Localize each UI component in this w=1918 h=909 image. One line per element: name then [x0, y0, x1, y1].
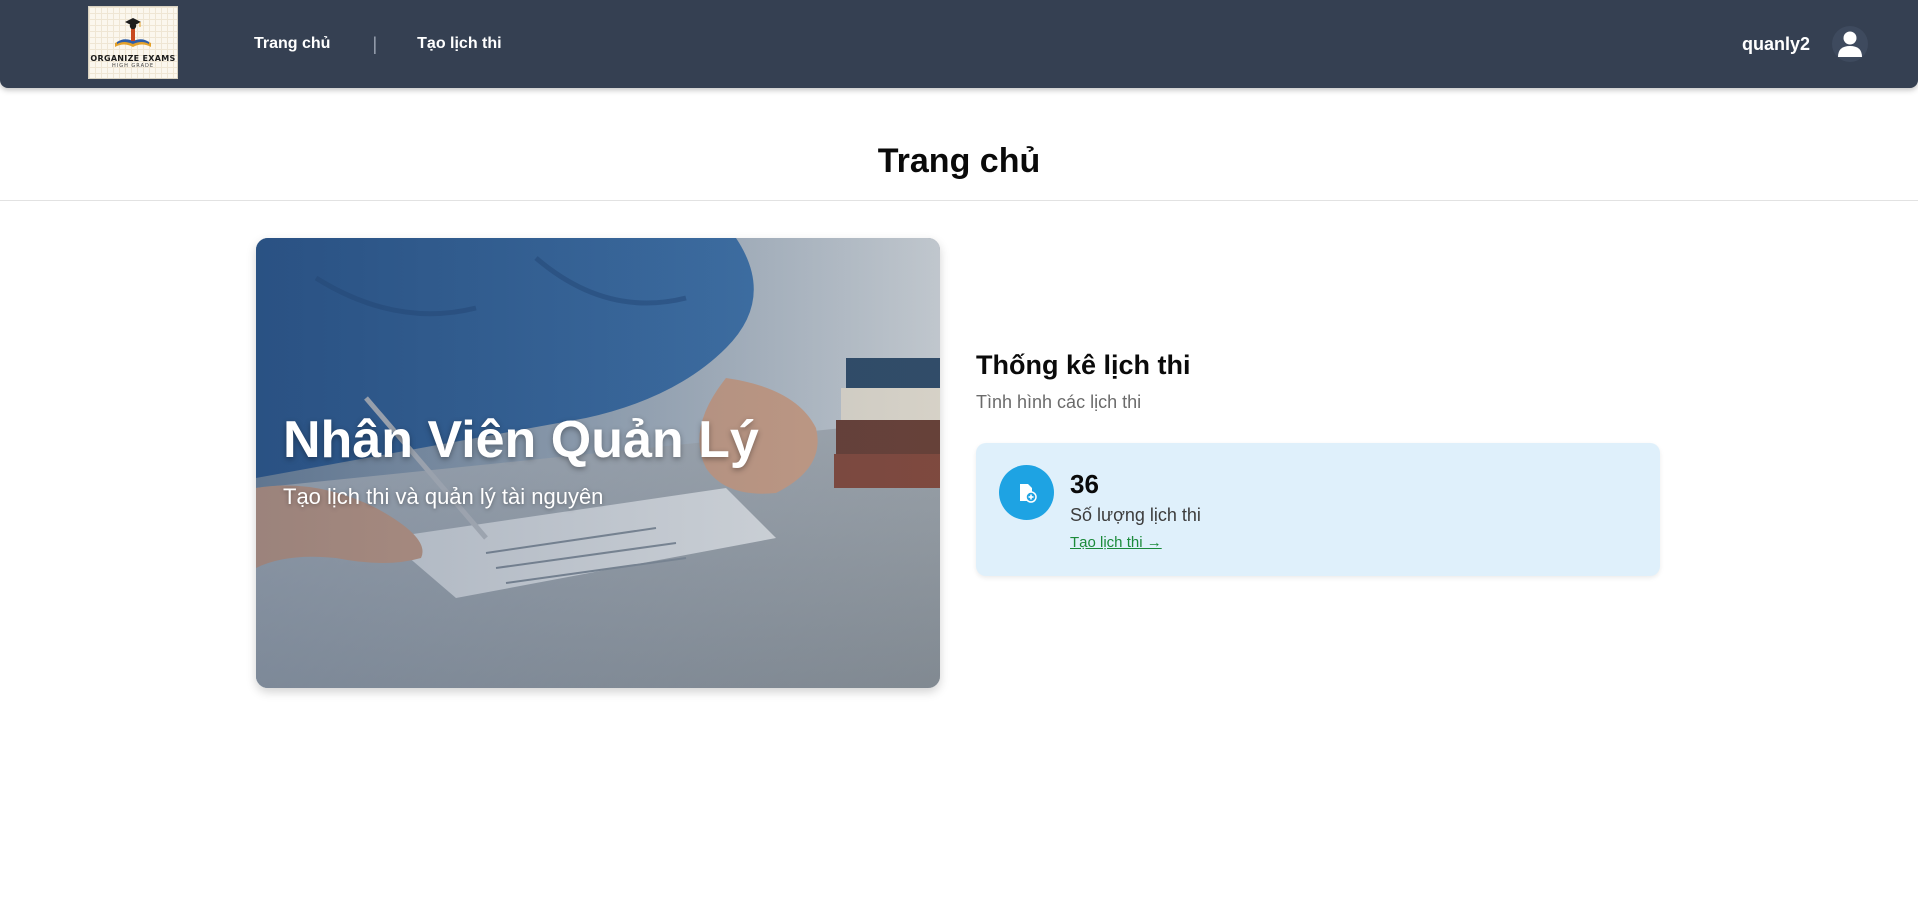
stats-title: Thống kê lịch thi [976, 350, 1191, 380]
logo-subtitle: HIGH GRADE [111, 62, 155, 69]
user-menu[interactable]: quanly2 [1742, 0, 1868, 88]
organize-exams-logo[interactable]: ORGANIZE EXAMS HIGH GRADE [88, 6, 178, 79]
username[interactable]: quanly2 [1742, 34, 1810, 55]
file-add-icon [999, 465, 1054, 520]
create-schedule-link[interactable]: Tạo lịch thi → [1070, 534, 1162, 551]
main-nav: Trang chủ | Tạo lịch thi [254, 0, 502, 88]
nav-create-schedule-link[interactable]: Tạo lịch thi [417, 35, 501, 53]
user-icon[interactable] [1832, 26, 1868, 62]
top-navbar: ORGANIZE EXAMS HIGH GRADE Trang chủ | Tạ… [0, 0, 1918, 88]
stats-subtitle: Tình hình các lịch thi [976, 392, 1142, 412]
graduation-book-icon [115, 17, 151, 47]
hero-banner: Nhân Viên Quản Lý Tạo lịch thi và quản l… [256, 238, 940, 688]
logo-title: ORGANIZE EXAMS [90, 53, 176, 63]
exam-count-label: Số lượng lịch thi [1070, 505, 1201, 525]
nav-separator: | [372, 33, 378, 54]
title-divider [0, 200, 1918, 201]
nav-home-link[interactable]: Trang chủ [254, 35, 330, 53]
exam-count-card: 36 Số lượng lịch thi Tạo lịch thi → [976, 443, 1660, 576]
exam-count-value: 36 [1070, 469, 1099, 499]
page-title: Trang chủ [877, 142, 1041, 180]
hero-title: Nhân Viên Quản Lý [283, 411, 759, 469]
hero-subtitle: Tạo lịch thi và quản lý tài nguyên [283, 484, 604, 509]
